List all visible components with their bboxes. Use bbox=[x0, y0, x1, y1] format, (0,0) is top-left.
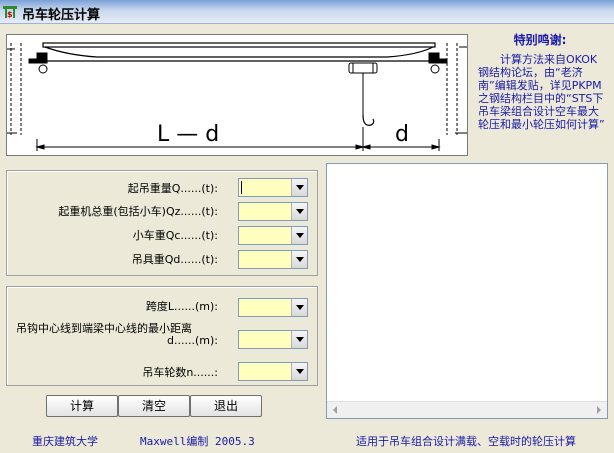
dimension-line bbox=[35, 127, 441, 151]
rigging-weight-combo[interactable] bbox=[238, 250, 308, 269]
credits-panel: 特别鸣谢: 计算方法来自OKOK钢结构论坛，由“老济南”编辑发贴，详见PKPM之… bbox=[470, 34, 610, 156]
span-combo[interactable] bbox=[238, 298, 308, 317]
total-weight-combo[interactable] bbox=[238, 202, 308, 221]
span-label: L — d bbox=[157, 122, 219, 147]
min-distance-label-line2: d......(m): bbox=[167, 334, 218, 347]
footer-description: 适用于吊车组合设计满载、空载时的轮压计算 bbox=[356, 435, 576, 448]
title-bar[interactable]: $ 吊车轮压计算 bbox=[0, 0, 614, 24]
chevron-down-icon[interactable] bbox=[291, 203, 307, 220]
scroll-left-icon[interactable] bbox=[333, 406, 337, 414]
svg-text:$: $ bbox=[7, 10, 13, 19]
wheel-count-combo[interactable] bbox=[238, 362, 308, 381]
horizontal-scrollbar[interactable] bbox=[327, 401, 607, 418]
credits-body: 计算方法来自OKOK钢结构论坛，由“老济南”编辑发贴，详见PKPM之钢结构栏目中… bbox=[478, 53, 605, 131]
trolley-weight-label: 小车重Qc......(t): bbox=[132, 229, 218, 242]
left-end-carriage bbox=[28, 52, 48, 74]
crane-weight-label: 起吊重量Q......(t): bbox=[127, 182, 218, 195]
bridge-girder bbox=[37, 42, 441, 62]
wheel-count-label: 吊车轮数n......: bbox=[142, 366, 218, 379]
chevron-down-icon[interactable] bbox=[291, 363, 307, 380]
crane-weight-combo[interactable] bbox=[238, 178, 308, 197]
scroll-right-icon[interactable] bbox=[597, 406, 601, 414]
trolley-weight-combo[interactable] bbox=[238, 226, 308, 245]
min-distance-label-line1: 吊钩中心线到端梁中心线的最小距离 bbox=[16, 322, 192, 335]
footer-author: Maxwell编制 2005.3 bbox=[140, 435, 255, 448]
calc-button[interactable]: 计算 bbox=[46, 395, 118, 417]
chevron-down-icon[interactable] bbox=[291, 179, 307, 196]
distance-label: d bbox=[395, 122, 409, 147]
text-caret bbox=[241, 181, 242, 194]
chevron-down-icon[interactable] bbox=[291, 251, 307, 268]
chevron-down-icon[interactable] bbox=[291, 227, 307, 244]
chevron-down-icon[interactable] bbox=[291, 331, 307, 348]
right-end-carriage bbox=[428, 52, 448, 74]
min-distance-combo[interactable] bbox=[238, 330, 308, 349]
hook-icon bbox=[362, 114, 375, 126]
clear-button[interactable]: 清空 bbox=[118, 395, 190, 417]
credits-title: 特别鸣谢: bbox=[513, 33, 567, 47]
window-title: 吊车轮压计算 bbox=[22, 8, 101, 23]
right-column bbox=[446, 43, 467, 135]
total-weight-label: 起重机总重(包括小车)Qz......(t): bbox=[58, 205, 218, 218]
crane-diagram-svg: L — d d bbox=[7, 42, 467, 151]
span-field-label: 跨度L......(m): bbox=[145, 300, 218, 313]
footer-university: 重庆建筑大学 bbox=[32, 435, 98, 448]
left-column bbox=[7, 43, 22, 135]
rigging-weight-label: 吊具重Qd......(t): bbox=[131, 253, 218, 266]
main-window: $ 吊车轮压计算 L — d d 特别鸣谢: 计算方法来自OKOK钢结构论坛，由… bbox=[0, 0, 614, 453]
chevron-down-icon[interactable] bbox=[291, 299, 307, 316]
trolley bbox=[348, 62, 378, 115]
app-icon: $ bbox=[3, 6, 17, 19]
crane-diagram: L — d d bbox=[6, 34, 468, 156]
exit-button[interactable]: 退出 bbox=[190, 395, 262, 417]
result-textarea[interactable] bbox=[326, 163, 608, 419]
